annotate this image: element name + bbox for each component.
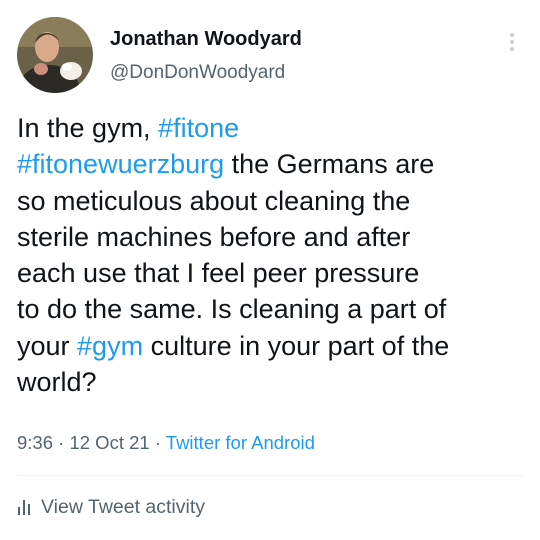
tweet-text-line: sterile machines before and after xyxy=(17,219,529,255)
tweet-text-line: so meticulous about cleaning the xyxy=(17,183,529,219)
tweet-text-segment: your xyxy=(17,330,78,361)
tweet-text-segment: the Germans are xyxy=(224,149,435,180)
tweet-text-segment: sterile machines before and after xyxy=(17,221,411,252)
more-options-button[interactable] xyxy=(500,28,524,56)
tweet-text-segment: each use that I feel peer pressure xyxy=(17,258,420,289)
tweet-text-line: world? xyxy=(17,364,529,400)
author-handle[interactable]: @DonDonWoodyard xyxy=(110,62,285,84)
tweet-text: In the gym, #fitone #fitonewuerzburg the … xyxy=(17,110,529,400)
avatar[interactable] xyxy=(17,17,93,93)
tweet-text-segment: culture in your part of the xyxy=(143,330,450,361)
tweet-time[interactable]: 9:36 xyxy=(17,432,53,453)
tweet-meta: 9:36 · 12 Oct 21 · Twitter for Android xyxy=(17,432,315,454)
tweet-text-line: In the gym, #fitone xyxy=(17,110,529,146)
meta-separator: · xyxy=(149,432,166,453)
meta-separator: · xyxy=(53,432,70,453)
view-tweet-activity-button[interactable]: View Tweet activity xyxy=(17,494,205,520)
more-vertical-icon xyxy=(510,33,514,51)
hashtag-link[interactable]: #fitone xyxy=(158,113,239,143)
hashtag-link[interactable]: #fitonewuerzburg xyxy=(17,149,224,179)
avatar-photo xyxy=(17,17,93,93)
tweet-text-line: your #gym culture in your part of the xyxy=(17,328,529,364)
tweet-text-segment: to do the same. Is cleaning a part of xyxy=(17,294,447,325)
hashtag-link[interactable]: #gym xyxy=(77,331,143,361)
author-name[interactable]: Jonathan Woodyard xyxy=(110,28,302,51)
tweet-card: Jonathan Woodyard @DonDonWoodyard In the… xyxy=(0,0,540,540)
tweet-text-line: each use that I feel peer pressure xyxy=(17,255,529,291)
tweet-text-segment: world? xyxy=(17,367,97,398)
tweet-source-link[interactable]: Twitter for Android xyxy=(166,432,315,453)
tweet-text-segment: In the gym, xyxy=(17,113,159,143)
tweet-text-line: to do the same. Is cleaning a part of xyxy=(17,291,529,327)
tweet-text-line: #fitonewuerzburg the Germans are xyxy=(17,146,529,182)
bar-chart-icon xyxy=(18,500,30,515)
divider xyxy=(17,475,523,476)
view-tweet-activity-label: View Tweet activity xyxy=(41,495,206,518)
tweet-text-segment: so meticulous about cleaning the xyxy=(17,185,411,216)
tweet-date[interactable]: 12 Oct 21 xyxy=(69,432,149,453)
